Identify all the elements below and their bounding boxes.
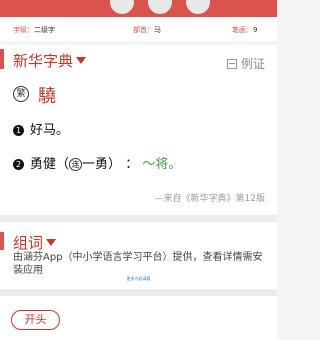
example-icon: [226, 59, 237, 69]
words-title-text: 组词: [13, 234, 44, 252]
traditional-character: 驍: [38, 86, 56, 107]
definition-colon: ：: [125, 157, 139, 172]
definition-number: 2: [13, 159, 24, 170]
strokes-label: 笔画：: [232, 26, 253, 34]
chevron-down-icon: [46, 239, 57, 246]
chevron-down-icon: [76, 57, 87, 64]
definition-number: 1: [13, 125, 24, 136]
char-meta-bar: 字级：二级字 部首：马 笔画：9: [0, 17, 277, 41]
dictionary-card: 新华字典 例证 繁 驍 1 好马。 2 勇健（连一勇） ： ～将。 —来自《新华字典…: [0, 45, 277, 215]
level-label: 字级：: [13, 26, 34, 34]
toolbar-circle-2[interactable]: [148, 0, 172, 14]
section-divider: [0, 289, 277, 296]
definition-example: ～将。: [142, 157, 182, 172]
source-attribution: —来自《新华字典》第12版: [154, 194, 265, 204]
example-button[interactable]: 例证: [226, 55, 265, 72]
definition-item: 1 好马。: [13, 119, 69, 138]
part-of-speech-tag: 连: [69, 158, 83, 171]
words-card: 组词 由涵芬App（中小学语言学习平台）提供，查看详情需安装应用 更多内容请看: [0, 222, 277, 289]
traditional-mark-icon: 繁: [13, 86, 29, 102]
definition-item: 2 勇健（连一勇） ： ～将。: [13, 153, 181, 172]
words-description: 由涵芬App（中小学语言学习平台）提供，查看详情需安装应用: [13, 252, 263, 276]
section-accent-bar: [0, 49, 4, 69]
dictionary-title[interactable]: 新华字典: [13, 50, 87, 71]
example-label: 例证: [240, 57, 265, 71]
toolbar-circle-3[interactable]: [186, 0, 210, 14]
level-info: 字级：二级字: [13, 25, 55, 35]
dictionary-title-text: 新华字典: [13, 52, 74, 70]
strokes-info: 笔画：9: [232, 25, 257, 35]
section-accent-bar: [0, 232, 4, 250]
definition-text: 勇健: [30, 157, 57, 172]
radical-label: 部首：: [133, 26, 154, 34]
strokes-value: 9: [253, 26, 258, 34]
definition-phrase: 一勇: [82, 157, 109, 172]
section-divider: [0, 215, 277, 222]
word-list-card: 开头: [0, 296, 277, 340]
top-red-bar: [0, 0, 277, 17]
radical-value: 马: [154, 26, 161, 34]
toolbar-circle-1[interactable]: [110, 0, 134, 14]
words-title[interactable]: 组词: [13, 232, 57, 253]
definition-text: 好马。: [30, 123, 70, 138]
radical-info: 部首：马: [133, 25, 161, 35]
level-value: 二级字: [34, 26, 55, 34]
word-chip[interactable]: 开头: [11, 310, 60, 330]
more-link[interactable]: 更多内容请看: [0, 276, 277, 282]
